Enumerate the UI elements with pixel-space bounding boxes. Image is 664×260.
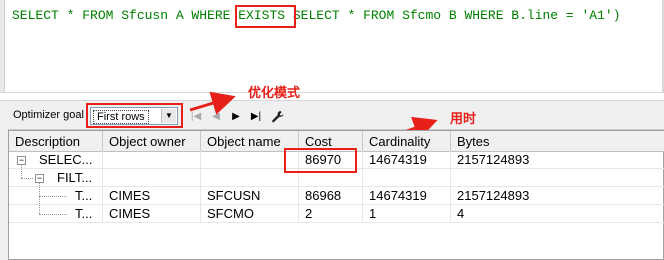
cell-bytes: 4 xyxy=(451,205,664,223)
column-header-bytes[interactable]: Bytes xyxy=(451,131,664,151)
tree-connector xyxy=(39,183,40,214)
tree-connector xyxy=(21,165,22,178)
elapsed-time-annotation: 用时 xyxy=(450,112,477,127)
collapse-toggle-icon[interactable]: − xyxy=(17,156,26,165)
cell-owner: CIMES xyxy=(103,187,201,205)
cell-bytes xyxy=(451,169,664,187)
cell-object-name: SFCUSN xyxy=(201,187,299,205)
cell-bytes: 2157124893 xyxy=(451,187,664,205)
cell-cardinality: 14674319 xyxy=(363,187,451,205)
table-row[interactable]: T... CIMES SFCUSN 86968 14674319 2157124… xyxy=(9,187,664,205)
cell-cardinality xyxy=(363,169,451,187)
optimizer-mode-annotation: 优化模式 xyxy=(248,86,301,101)
cell-cardinality: 1 xyxy=(363,205,451,223)
collapse-toggle-icon[interactable]: − xyxy=(35,174,44,183)
cell-cost: 86968 xyxy=(299,187,363,205)
table-row[interactable]: T... CIMES SFCMO 2 1 4 xyxy=(9,205,664,223)
column-header-cardinality[interactable]: Cardinality xyxy=(363,131,451,151)
cell-cost: 2 xyxy=(299,205,363,223)
tree-connector xyxy=(39,214,67,215)
cell-owner xyxy=(103,169,201,187)
arrow-to-optimizer-mode xyxy=(189,91,236,115)
cell-owner: CIMES xyxy=(103,205,201,223)
column-header-description[interactable]: Description xyxy=(9,131,103,151)
cell-owner xyxy=(103,151,201,169)
column-header-object-owner[interactable]: Object owner xyxy=(103,131,201,151)
tree-connector xyxy=(21,178,33,179)
cell-object-name: SFCMO xyxy=(201,205,299,223)
cell-cardinality: 14674319 xyxy=(363,151,451,169)
grid-left-margin xyxy=(0,128,8,260)
tree-connector xyxy=(39,196,67,197)
cell-bytes: 2157124893 xyxy=(451,151,664,169)
cost-highlight-box xyxy=(284,148,357,173)
